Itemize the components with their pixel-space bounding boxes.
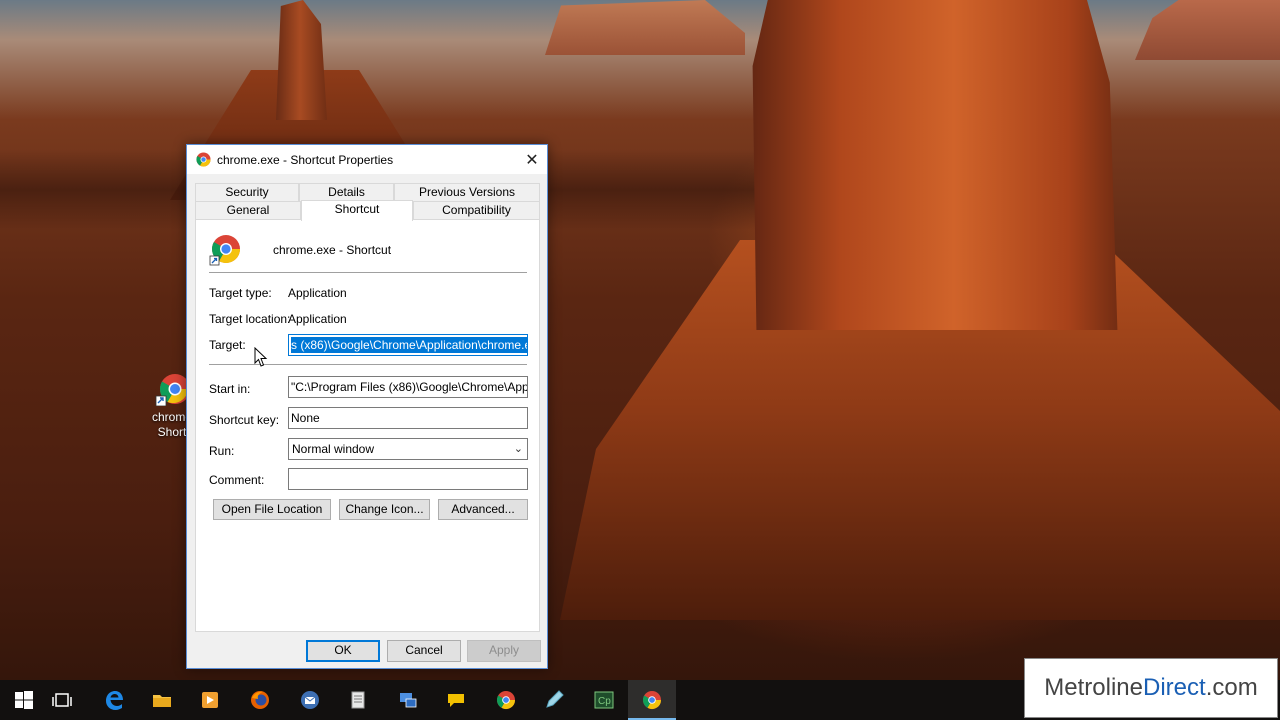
target-location-label: Target location: bbox=[209, 312, 291, 326]
run-select[interactable]: Normal window ⌄ bbox=[288, 438, 528, 460]
main-butte bbox=[752, 0, 1118, 330]
taskbar-chrome[interactable] bbox=[482, 680, 530, 720]
watermark-logo: MetrolineDirect.com bbox=[1024, 658, 1278, 718]
file-explorer-icon bbox=[153, 695, 171, 707]
start-in-input[interactable]: "C:\Program Files (x86)\Google\Chrome\Ap… bbox=[288, 376, 528, 398]
chat-icon bbox=[448, 694, 464, 707]
chrome-icon bbox=[196, 152, 211, 167]
run-select-value: Normal window bbox=[292, 442, 375, 456]
shortcut-tab-panel: chrome.exe - Shortcut Target type: Appli… bbox=[195, 219, 540, 632]
taskbar-media-player[interactable] bbox=[186, 680, 234, 720]
advanced-button[interactable]: Advanced... bbox=[438, 499, 528, 520]
taskbar-notepad[interactable] bbox=[334, 680, 382, 720]
target-location-value: Application bbox=[288, 312, 347, 326]
shortcut-key-label: Shortcut key: bbox=[209, 413, 280, 427]
windows-start-icon bbox=[15, 691, 33, 709]
watermark-part-2: Direct bbox=[1143, 674, 1206, 701]
far-butte bbox=[545, 0, 745, 55]
taskbar-thunderbird[interactable] bbox=[286, 680, 334, 720]
firefox-icon bbox=[251, 691, 269, 709]
target-input[interactable]: s (x86)\Google\Chrome\Application\chrome… bbox=[288, 334, 528, 356]
mouse-cursor-icon bbox=[254, 347, 268, 367]
tab-strip: Security Details Previous Versions Gener… bbox=[195, 183, 540, 221]
start-in-label: Start in: bbox=[209, 382, 251, 396]
target-type-value: Application bbox=[288, 286, 347, 300]
close-icon: ✕ bbox=[525, 151, 539, 169]
task-view-button[interactable] bbox=[38, 680, 86, 720]
close-button[interactable]: ✕ bbox=[517, 145, 547, 174]
edge-icon bbox=[106, 691, 123, 710]
watermark-part-1: Metroline bbox=[1044, 674, 1144, 701]
taskbar-captivate[interactable]: Cp bbox=[580, 680, 628, 720]
svg-text:Cp: Cp bbox=[598, 696, 611, 707]
dialog-title: chrome.exe - Shortcut Properties bbox=[217, 153, 394, 167]
captivate-icon: Cp bbox=[594, 691, 614, 709]
media-player-icon bbox=[202, 692, 218, 708]
cancel-button[interactable]: Cancel bbox=[387, 640, 461, 662]
tab-shortcut[interactable]: Shortcut bbox=[301, 200, 413, 221]
open-file-location-button[interactable]: Open File Location bbox=[213, 499, 331, 520]
taskbar-edge[interactable] bbox=[90, 680, 138, 720]
dialog-titlebar[interactable]: chrome.exe - Shortcut Properties ✕ bbox=[187, 145, 547, 174]
left-butte bbox=[276, 0, 327, 120]
tab-details[interactable]: Details bbox=[299, 183, 394, 201]
apply-button[interactable]: Apply bbox=[467, 640, 541, 662]
notepad-icon bbox=[351, 691, 365, 709]
taskbar-network[interactable] bbox=[384, 680, 432, 720]
run-label: Run: bbox=[209, 444, 235, 458]
thunderbird-icon bbox=[301, 691, 319, 709]
pencil-icon bbox=[546, 690, 564, 708]
tab-previous-versions[interactable]: Previous Versions bbox=[394, 183, 540, 201]
tab-compatibility[interactable]: Compatibility bbox=[413, 201, 540, 219]
comment-label: Comment: bbox=[209, 473, 265, 487]
taskbar-pencil-app[interactable] bbox=[530, 680, 578, 720]
comment-input[interactable] bbox=[288, 468, 528, 490]
right-butte bbox=[1135, 0, 1280, 60]
task-view-icon bbox=[52, 693, 72, 707]
taskbar-chat[interactable] bbox=[432, 680, 480, 720]
taskbar-chrome-shortcut[interactable] bbox=[628, 680, 676, 720]
shortcut-name: chrome.exe - Shortcut bbox=[273, 243, 392, 257]
change-icon-button[interactable]: Change Icon... bbox=[339, 499, 430, 520]
shortcut-properties-dialog: chrome.exe - Shortcut Properties ✕ Secur… bbox=[186, 144, 548, 669]
tab-security[interactable]: Security bbox=[195, 183, 299, 201]
taskbar-file-explorer[interactable] bbox=[138, 680, 186, 720]
target-type-label: Target type: bbox=[209, 286, 272, 300]
target-input-text: s (x86)\Google\Chrome\Application\chrome… bbox=[291, 337, 527, 353]
divider bbox=[209, 272, 527, 273]
chrome-shortcut-icon bbox=[642, 691, 661, 710]
watermark-part-3: .com bbox=[1205, 674, 1258, 701]
ok-button[interactable]: OK bbox=[306, 640, 380, 662]
target-label: Target: bbox=[209, 338, 246, 352]
taskbar-firefox[interactable] bbox=[236, 680, 284, 720]
shortcut-key-input[interactable]: None bbox=[288, 407, 528, 429]
chrome-shortcut-icon bbox=[155, 374, 189, 406]
chrome-shortcut-icon bbox=[209, 235, 240, 266]
tab-general[interactable]: General bbox=[195, 201, 301, 219]
chevron-down-icon: ⌄ bbox=[513, 443, 523, 455]
chrome-icon bbox=[496, 691, 515, 710]
network-icon bbox=[400, 693, 417, 708]
